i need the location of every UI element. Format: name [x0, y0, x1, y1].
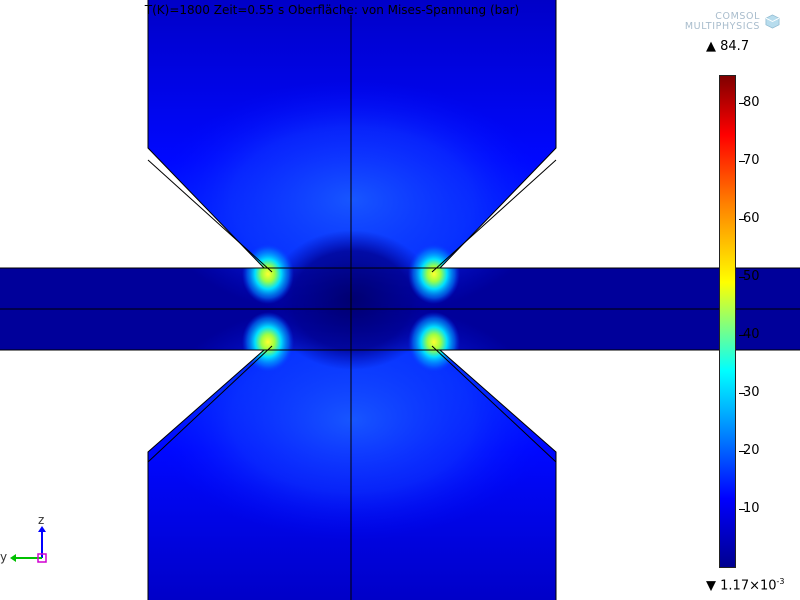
colorbar-tick-label: 50 [743, 269, 760, 284]
colorbar-tick-label: 60 [743, 211, 760, 226]
cube-icon [765, 14, 780, 29]
stress-field [0, 0, 800, 600]
axis-triad: z y [0, 513, 47, 564]
hotspot-upper-right [408, 244, 460, 304]
axis-z-label: z [38, 513, 44, 527]
comsol-logo: COMSOL MULTIPHYSICS [668, 12, 782, 34]
colorbar-tick-label: 30 [743, 385, 760, 400]
colorbar-max-label: ▲ 84.7 [706, 39, 750, 54]
axis-y-label: y [0, 550, 7, 564]
colorbar-tick-label: 10 [743, 501, 760, 516]
colorbar-min-label: ▼ 1.17×10-3 [706, 577, 785, 594]
colorbar-tick-label: 70 [743, 153, 760, 168]
plot-area: z y [0, 0, 800, 600]
chart-title: T(K)=1800 Zeit=0.55 s Oberfläche: von Mi… [144, 3, 520, 17]
hotspot-lower-right [408, 312, 460, 372]
colorbar-tick-label: 80 [743, 95, 760, 110]
colorbar-tick-label: 40 [743, 327, 760, 342]
colorbar-tick-label: 20 [743, 443, 760, 458]
colorbar [719, 75, 736, 568]
